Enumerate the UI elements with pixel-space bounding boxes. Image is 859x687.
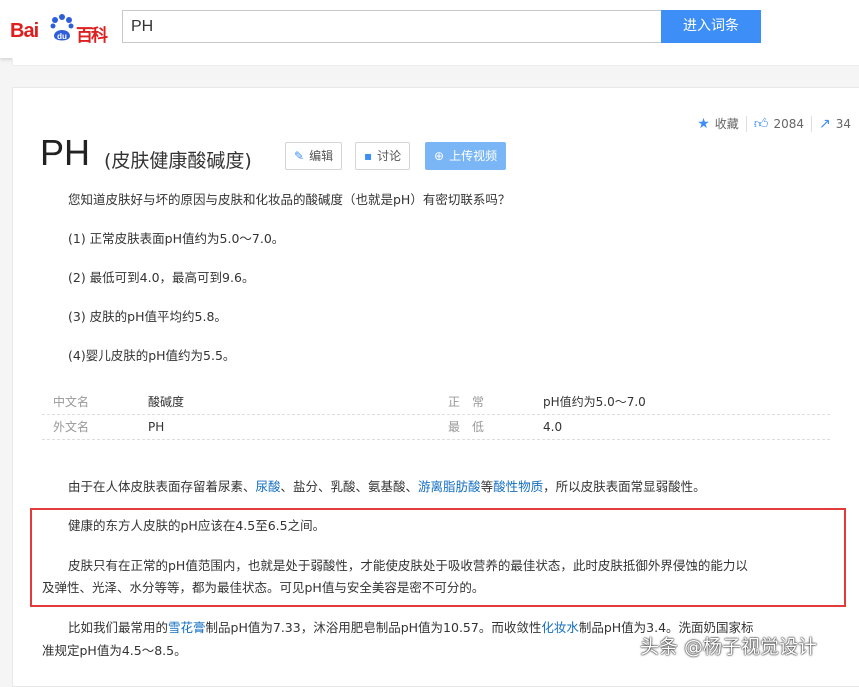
watermark: 头条 @杨子视觉设计: [640, 632, 817, 659]
highlight-line: 及弹性、光泽、水分等等，都为最佳状态。可见pH值与安全美容是密不可分的。: [42, 577, 484, 599]
star-icon: ★: [697, 116, 710, 132]
paragraph-acidity: 由于在人体皮肤表面存留着尿素、尿酸、盐分、乳酸、氨基酸、游离脂肪酸等酸性物质，所…: [68, 476, 706, 498]
entry-title: PH: [40, 132, 90, 174]
pencil-icon: ✎: [294, 149, 304, 163]
info-value: PH: [148, 415, 164, 439]
entry-subtitle: (皮肤健康酸碱度): [104, 146, 252, 173]
share-button[interactable]: ↗ 34: [819, 116, 851, 132]
info-key: 外文名: [53, 415, 89, 439]
collect-button[interactable]: ★ 收藏: [697, 115, 739, 132]
plus-circle-icon: ⊕: [434, 149, 444, 163]
like-button[interactable]: 👍︎ 2084: [754, 115, 804, 132]
like-count: 2084: [773, 117, 804, 131]
info-value: 酸碱度: [148, 390, 184, 414]
info-key: 中文名: [53, 390, 89, 414]
sub-bar: [12, 58, 859, 66]
baidu-baike-logo[interactable]: Bai du 百科: [10, 8, 115, 44]
highlight-line: 健康的东方人皮肤的pH应该在4.5至6.5之间。: [68, 515, 325, 537]
edit-label: 编辑: [309, 149, 333, 163]
edit-button[interactable]: ✎ 编辑: [285, 142, 342, 170]
basic-info-table: 中文名 酸碱度 正 常 pH值约为5.0～7.0 外文名 PH 最 低 4.0: [42, 390, 830, 440]
link-toner[interactable]: 化妆水: [541, 620, 579, 635]
highlight-line: 皮肤只有在正常的pH值范围内，也就是处于弱酸性，才能使皮肤处于吸收营养的最佳状态…: [68, 555, 748, 577]
svg-text:du: du: [57, 32, 67, 41]
share-count: 34: [836, 117, 851, 131]
intro-paragraph: (1) 正常皮肤表面pH值约为5.0～7.0。: [68, 228, 284, 250]
upload-video-button[interactable]: ⊕ 上传视频: [425, 142, 506, 170]
info-key: 正 常: [448, 390, 484, 414]
search-input[interactable]: PH: [122, 10, 662, 43]
enter-entry-button[interactable]: 进入词条: [661, 10, 761, 43]
logo-bai: Bai: [10, 20, 38, 43]
chat-icon: ▪: [364, 149, 372, 163]
link-uric-acid[interactable]: 尿酸: [256, 479, 281, 494]
paw-icon: du: [50, 14, 74, 42]
collect-label: 收藏: [715, 117, 739, 131]
intro-paragraph: 您知道皮肤好与坏的原因与皮肤和化妆品的酸碱度（也就是pH）有密切联系吗？: [68, 189, 510, 211]
info-value: pH值约为5.0～7.0: [543, 390, 646, 414]
info-row: 外文名 PH 最 低 4.0: [42, 415, 830, 440]
link-vanishing-cream[interactable]: 雪花膏: [168, 620, 206, 635]
intro-paragraph: (3) 皮肤的pH值平均约5.8。: [68, 306, 227, 328]
upload-label: 上传视频: [449, 149, 497, 163]
share-icon: ↗: [819, 116, 831, 132]
entry-actions: ★ 收藏 👍︎ 2084 ↗ 34: [697, 115, 851, 132]
info-row: 中文名 酸碱度 正 常 pH值约为5.0～7.0: [42, 390, 830, 415]
thumbs-up-icon: 👍︎: [754, 116, 769, 132]
info-key: 最 低: [448, 415, 484, 439]
divider: [811, 116, 812, 132]
discuss-button[interactable]: ▪ 讨论: [355, 142, 410, 170]
intro-paragraph: (2) 最低可到4.0，最高可到9.6。: [68, 267, 254, 289]
logo-baike: 百科: [76, 21, 106, 46]
header: Bai du 百科 PH 进入词条: [0, 0, 859, 58]
paragraph-examples-cont: 准规定pH值为4.5～8.5。: [42, 640, 187, 662]
link-free-fatty-acid[interactable]: 游离脂肪酸: [418, 479, 481, 494]
info-value: 4.0: [543, 415, 562, 439]
discuss-label: 讨论: [377, 149, 401, 163]
link-acidic-substance[interactable]: 酸性物质: [493, 479, 543, 494]
intro-paragraph: (4)婴儿皮肤的pH值约为5.5。: [68, 345, 235, 367]
divider: [746, 116, 747, 132]
